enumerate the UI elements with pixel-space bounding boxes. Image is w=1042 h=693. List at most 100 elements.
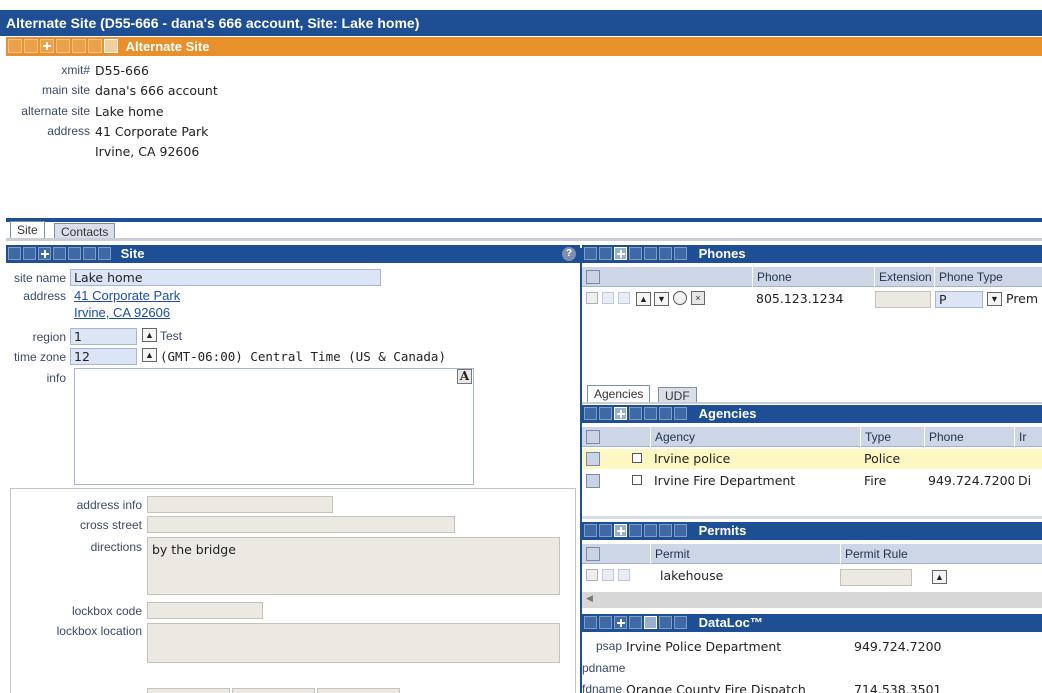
note-icon[interactable]: [632, 453, 642, 463]
region-lookup-icon[interactable]: ▲: [142, 328, 157, 342]
tab-contacts[interactable]: Contacts: [54, 223, 116, 239]
tab-udf[interactable]: UDF: [658, 387, 697, 403]
filter-icon[interactable]: [644, 247, 657, 260]
permits-horizontal-scrollbar[interactable]: ◀: [582, 592, 1042, 608]
extra-field-1[interactable]: [147, 688, 230, 693]
export-icon[interactable]: ×: [691, 291, 705, 305]
delete-icon[interactable]: [618, 569, 630, 581]
move-up-icon[interactable]: ▲: [636, 292, 651, 306]
add-icon[interactable]: [614, 524, 627, 537]
add-icon[interactable]: [40, 39, 54, 53]
filter-icon[interactable]: [72, 39, 86, 53]
save-icon[interactable]: [602, 292, 614, 304]
lockbox-code-field[interactable]: [147, 602, 263, 619]
text-format-icon[interactable]: A: [457, 369, 472, 384]
agencies-col-phone[interactable]: Phone: [924, 427, 1014, 447]
row-checkbox[interactable]: [586, 569, 598, 581]
grid-icon[interactable]: [8, 39, 22, 53]
grid-icon[interactable]: [8, 247, 21, 260]
filter-icon[interactable]: [644, 616, 657, 629]
grid-icon[interactable]: [584, 524, 597, 537]
refresh-icon[interactable]: [674, 616, 687, 629]
agencies-col-agency[interactable]: Agency: [650, 427, 860, 447]
chevron-up-icon[interactable]: ▲: [932, 570, 947, 584]
site-address-line2-link[interactable]: Irvine, CA 92606: [74, 305, 170, 320]
phones-col-phone[interactable]: Phone: [752, 267, 870, 287]
clock-icon[interactable]: [673, 291, 687, 305]
filter-icon[interactable]: [586, 452, 600, 466]
directions-field[interactable]: by the bridge: [147, 537, 560, 595]
select-all-icon[interactable]: [586, 430, 600, 444]
add-icon[interactable]: [614, 247, 627, 260]
filter-icon[interactable]: [68, 247, 81, 260]
add-icon[interactable]: [614, 407, 627, 420]
tab-site[interactable]: Site: [10, 221, 45, 239]
phones-col-extension[interactable]: Extension: [874, 267, 934, 287]
phones-cell-type-code[interactable]: P: [935, 291, 983, 308]
address-info-field[interactable]: [147, 496, 333, 513]
delete-icon[interactable]: [83, 247, 96, 260]
filter-icon[interactable]: [644, 407, 657, 420]
refresh-icon[interactable]: [98, 247, 111, 260]
save-icon[interactable]: [629, 616, 642, 629]
delete-icon[interactable]: [659, 524, 672, 537]
phones-cell-extension[interactable]: [875, 291, 931, 308]
info-textarea[interactable]: [74, 368, 474, 485]
phones-col-type[interactable]: Phone Type: [934, 267, 1042, 287]
add-icon[interactable]: [38, 247, 51, 260]
grid-icon[interactable]: [584, 616, 597, 629]
grid-icon[interactable]: [584, 247, 597, 260]
help-icon[interactable]: ?: [562, 247, 576, 261]
permits-cell-rule[interactable]: [840, 569, 912, 586]
add-icon[interactable]: [614, 616, 627, 629]
site-address-line1-link[interactable]: 41 Corporate Park: [74, 288, 180, 303]
edit-icon[interactable]: [599, 524, 612, 537]
edit-icon[interactable]: [23, 247, 36, 260]
timezone-field[interactable]: 12: [70, 348, 137, 365]
filter-icon[interactable]: [586, 547, 600, 561]
filter-icon[interactable]: [586, 270, 600, 284]
region-field[interactable]: 1: [70, 328, 137, 345]
refresh-icon[interactable]: [674, 407, 687, 420]
save-icon[interactable]: [629, 524, 642, 537]
permits-col-rule[interactable]: Permit Rule: [840, 544, 1042, 564]
edit-icon[interactable]: [599, 407, 612, 420]
filter-icon[interactable]: [586, 474, 600, 488]
agencies-col-type[interactable]: Type: [860, 427, 924, 447]
agencies-row[interactable]: Irvine Fire Department Fire 949.724.7200…: [582, 471, 1042, 491]
refresh-icon[interactable]: [104, 39, 118, 53]
refresh-icon[interactable]: [674, 247, 687, 260]
edit-icon[interactable]: [599, 616, 612, 629]
permits-col-permit[interactable]: Permit: [650, 544, 840, 564]
delete-icon[interactable]: [659, 247, 672, 260]
delete-icon[interactable]: [618, 292, 630, 304]
save-icon[interactable]: [629, 247, 642, 260]
scroll-left-icon[interactable]: ◀: [586, 593, 593, 604]
edit-icon[interactable]: [599, 247, 612, 260]
agencies-row[interactable]: Irvine police Police: [582, 449, 1042, 469]
site-name-field[interactable]: Lake home: [70, 269, 381, 286]
note-icon[interactable]: [632, 475, 642, 485]
timezone-lookup-icon[interactable]: ▲: [142, 348, 157, 362]
extra-field-3[interactable]: [317, 688, 400, 693]
lockbox-location-field[interactable]: [147, 623, 560, 663]
edit-icon[interactable]: [24, 39, 38, 53]
grid-icon[interactable]: [584, 407, 597, 420]
delete-icon[interactable]: [659, 407, 672, 420]
refresh-icon[interactable]: [674, 524, 687, 537]
tab-agencies[interactable]: Agencies: [587, 385, 651, 403]
delete-icon[interactable]: [659, 616, 672, 629]
chevron-down-icon[interactable]: ▼: [987, 292, 1002, 306]
delete-icon[interactable]: [88, 39, 102, 53]
move-down-icon[interactable]: ▼: [654, 292, 669, 306]
agencies-col-extra[interactable]: Ir: [1014, 427, 1042, 447]
save-icon[interactable]: [56, 39, 70, 53]
cross-street-field[interactable]: [147, 516, 455, 533]
save-icon[interactable]: [53, 247, 66, 260]
filter-icon[interactable]: [644, 524, 657, 537]
save-icon[interactable]: [629, 407, 642, 420]
row-checkbox[interactable]: [586, 292, 598, 304]
extra-field-2[interactable]: [232, 688, 315, 693]
permits-row[interactable]: lakehouse ▲: [582, 566, 1042, 586]
save-icon[interactable]: [602, 569, 614, 581]
